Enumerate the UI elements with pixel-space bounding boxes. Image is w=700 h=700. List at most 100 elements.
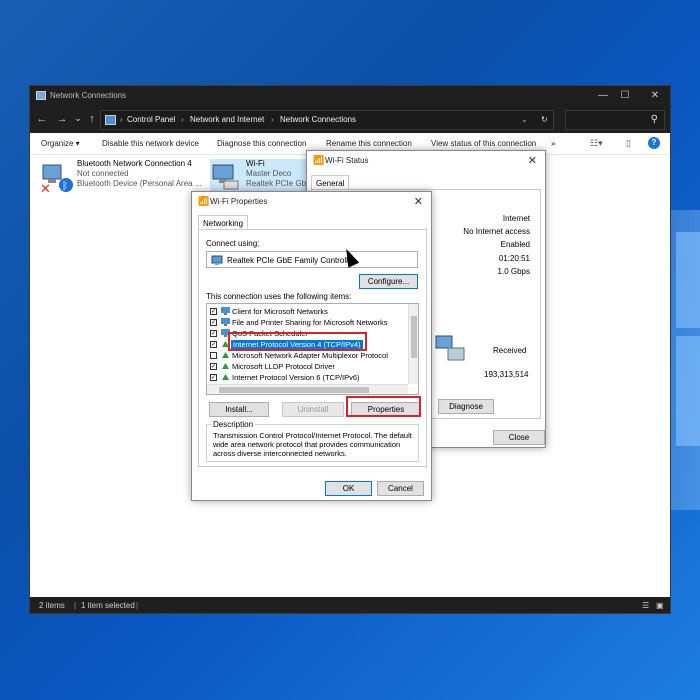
network-adapter-icon — [211, 255, 223, 265]
ok-button[interactable]: OK — [325, 481, 372, 496]
horizontal-scrollbar[interactable] — [207, 384, 408, 394]
status-bar: 2 items | 1 item selected | ☰ ▣ — [30, 597, 670, 613]
checkbox[interactable] — [210, 308, 217, 315]
close-status-button[interactable]: Close — [493, 430, 545, 445]
breadcrumb-network-and-internet[interactable]: Network and Internet — [190, 115, 264, 124]
desktop-logo-pane — [676, 232, 700, 328]
wifi-status-title: Wi-Fi Status — [325, 156, 369, 165]
connection-item-bluetooth[interactable]: ✕ ᛒ Bluetooth Network Connection 4 Not c… — [40, 159, 210, 199]
change-view-icon[interactable]: ☷▾ — [590, 138, 603, 149]
cancel-button[interactable]: Cancel — [377, 481, 424, 496]
recent-locations-icon[interactable]: ⌄ — [72, 113, 84, 124]
ipv4-highlight-box — [228, 332, 367, 351]
checkbox[interactable] — [210, 341, 217, 348]
breadcrumb[interactable]: › Control Panel › Network and Internet ›… — [100, 110, 554, 130]
wifi-network-icon — [212, 164, 239, 190]
forward-arrow-icon[interactable]: → — [56, 113, 68, 125]
minimize-button[interactable]: — — [593, 89, 613, 103]
duration-value: 01:20:51 — [498, 254, 530, 263]
wifi-properties-titlebar: 📶 Wi-Fi Properties ✕ — [192, 192, 431, 212]
adapter-field: Realtek PCIe GbE Family Controller — [206, 251, 418, 268]
vertical-scrollbar[interactable] — [408, 304, 418, 384]
close-button[interactable]: ✕ — [645, 89, 665, 103]
connection-device: Realtek PCIe GbE — [246, 179, 312, 188]
checkbox[interactable] — [210, 374, 217, 381]
configure-button[interactable]: Configure... — [359, 274, 418, 289]
connection-name: Bluetooth Network Connection 4 — [77, 159, 192, 168]
close-icon[interactable]: ✕ — [528, 154, 537, 167]
address-bar-row: ← → ⌄ ↑ › Control Panel › Network and In… — [30, 107, 670, 133]
breadcrumb-control-panel[interactable]: Control Panel — [127, 115, 175, 124]
svg-text:ᛒ: ᛒ — [62, 181, 68, 192]
control-panel-icon — [105, 115, 116, 125]
scrollbar-thumb[interactable] — [219, 387, 369, 393]
received-bytes-value: 193,313,514 — [484, 370, 529, 379]
protocol-icon — [222, 363, 229, 369]
protocol-icon — [222, 352, 229, 358]
status-separator: | — [74, 601, 77, 610]
list-item-label: File and Printer Sharing for Microsoft N… — [232, 318, 388, 327]
item-count: 2 items — [39, 601, 65, 610]
organize-menu[interactable]: Organize ▾ — [41, 139, 80, 148]
maximize-button[interactable]: ☐ — [615, 89, 635, 103]
protocol-icon — [222, 374, 229, 380]
checkbox[interactable] — [210, 330, 217, 337]
connection-device: Bluetooth Device (Personal Area ... — [77, 179, 202, 188]
diagnose-connection-button[interactable]: Diagnose this connection — [217, 139, 306, 148]
refresh-icon[interactable]: ↻ — [541, 115, 548, 124]
items-label: This connection uses the following items… — [206, 292, 352, 301]
uninstall-button: Uninstall — [282, 402, 344, 417]
view-status-button[interactable]: View status of this connection — [431, 139, 536, 148]
connect-using-label: Connect using: — [206, 239, 260, 248]
media-state-value: Enabled — [500, 240, 530, 249]
network-client-icon — [221, 307, 230, 315]
preview-pane-icon[interactable]: ▯ — [626, 138, 631, 149]
explorer-titlebar: Network Connections — ☐ ✕ — [30, 86, 670, 107]
breadcrumb-network-connections[interactable]: Network Connections — [280, 115, 356, 124]
bluetooth-network-icon: ✕ ᛒ — [40, 164, 73, 195]
address-dropdown-icon[interactable]: ⌄ — [521, 115, 528, 124]
desktop-logo-pane — [676, 336, 700, 446]
speed-value: 1.0 Gbps — [497, 267, 530, 276]
description-text: Transmission Control Protocol/Internet P… — [213, 431, 412, 458]
ipv6-connectivity-value: No Internet access — [463, 227, 530, 236]
checkbox[interactable] — [210, 352, 217, 359]
checkbox[interactable] — [210, 319, 217, 326]
ipv4-connectivity-value: Internet — [502, 214, 530, 223]
description-group: Description Transmission Control Protoco… — [206, 420, 419, 462]
breadcrumb-separator: › — [181, 115, 184, 124]
adapter-name: Realtek PCIe GbE Family Controller — [227, 256, 356, 265]
connection-status: Not connected — [77, 169, 129, 178]
breadcrumb-separator: › — [120, 115, 123, 124]
network-folder-icon — [36, 91, 46, 100]
description-label: Description — [211, 420, 256, 429]
install-button[interactable]: Install... — [209, 402, 269, 417]
list-item-label: Client for Microsoft Networks — [232, 307, 328, 316]
list-item-label: Microsoft Network Adapter Multiplexor Pr… — [232, 351, 388, 360]
checkbox[interactable] — [210, 363, 217, 370]
list-item-label: Microsoft LLDP Protocol Driver — [232, 362, 335, 371]
selection-count: 1 item selected — [81, 601, 135, 610]
wifi-status-titlebar: 📶 Wi-Fi Status ✕ — [307, 151, 545, 171]
network-client-icon — [221, 318, 230, 326]
more-commands-button[interactable]: » — [551, 139, 555, 148]
search-input[interactable]: ⚲ — [565, 110, 665, 130]
connection-status: Master Deco — [246, 169, 292, 178]
connection-name: Wi-Fi — [246, 159, 265, 168]
close-icon[interactable]: ✕ — [414, 195, 423, 208]
list-item-label: Internet Protocol Version 6 (TCP/IPv6) — [232, 373, 360, 382]
disable-device-button[interactable]: Disable this network device — [102, 139, 199, 148]
window-title: Network Connections — [50, 91, 127, 100]
received-label: Received — [493, 346, 527, 355]
large-icons-view-icon[interactable]: ▣ — [656, 601, 664, 610]
wifi-icon: 📶 — [198, 196, 210, 206]
breadcrumb-separator: › — [271, 115, 274, 124]
diagnose-button[interactable]: Diagnose — [438, 399, 494, 414]
scrollbar-thumb[interactable] — [411, 316, 417, 358]
details-view-icon[interactable]: ☰ — [642, 601, 649, 610]
properties-highlight-box — [346, 396, 421, 417]
back-arrow-icon[interactable]: ← — [36, 113, 48, 125]
up-arrow-icon[interactable]: ↑ — [86, 113, 98, 125]
help-icon[interactable]: ? — [648, 137, 660, 149]
rename-connection-button[interactable]: Rename this connection — [326, 139, 412, 148]
